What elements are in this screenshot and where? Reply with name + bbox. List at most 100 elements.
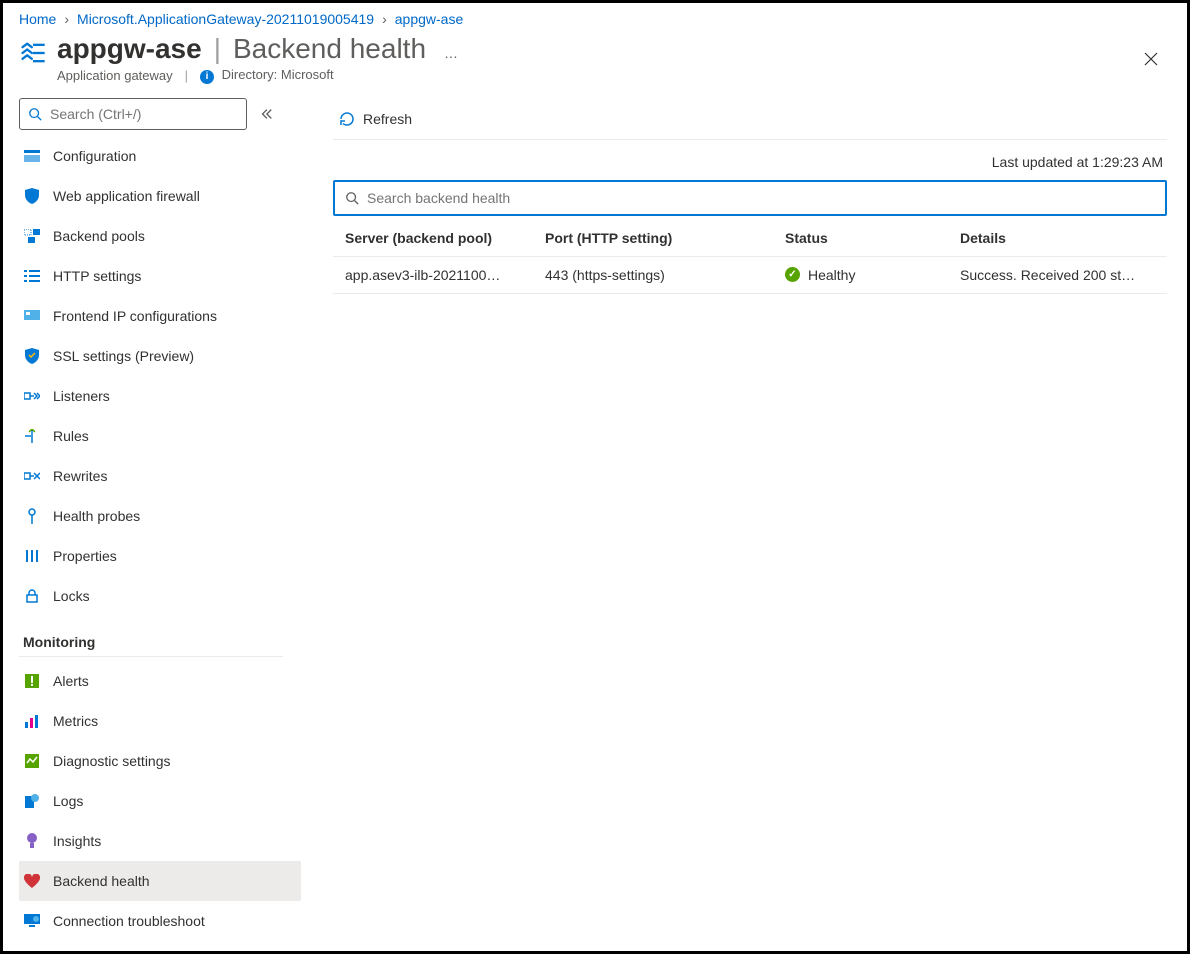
diagnostic-icon: [23, 752, 41, 770]
frontend-ip-icon: [23, 307, 41, 325]
heart-icon: [23, 872, 41, 890]
sidebar-item-label: Rules: [53, 428, 89, 444]
page-header: appgw-ase | Backend health … Application…: [3, 33, 1187, 94]
sidebar-item-frontend-ip[interactable]: Frontend IP configurations: [19, 296, 301, 336]
sidebar-item-rewrites[interactable]: Rewrites: [19, 456, 301, 496]
sidebar-item-label: Locks: [53, 588, 90, 604]
configuration-icon: [23, 147, 41, 165]
backend-health-table: Server (backend pool) Port (HTTP setting…: [333, 220, 1167, 294]
table-header: Server (backend pool) Port (HTTP setting…: [333, 220, 1167, 257]
sidebar-item-label: Diagnostic settings: [53, 753, 171, 769]
status-healthy-icon: ✓: [785, 267, 800, 282]
toolbar: Refresh: [333, 100, 1167, 140]
sidebar-item-properties[interactable]: Properties: [19, 536, 301, 576]
sidebar-item-metrics[interactable]: Metrics: [19, 701, 301, 741]
monitor-icon: [23, 912, 41, 930]
alerts-icon: [23, 672, 41, 690]
col-status[interactable]: Status: [785, 230, 960, 246]
sidebar-item-label: Frontend IP configurations: [53, 308, 217, 324]
chevron-right-icon: ›: [64, 11, 69, 27]
col-server[interactable]: Server (backend pool): [345, 230, 545, 246]
insights-icon: [23, 832, 41, 850]
sidebar-item-label: Metrics: [53, 713, 98, 729]
refresh-icon: [339, 111, 355, 127]
shield-check-icon: [23, 347, 41, 365]
shield-icon: [23, 187, 41, 205]
refresh-button[interactable]: Refresh: [333, 107, 418, 131]
sidebar-section-monitoring: Monitoring: [19, 616, 283, 657]
sidebar-item-diagnostic[interactable]: Diagnostic settings: [19, 741, 301, 781]
close-button[interactable]: [1135, 43, 1167, 75]
sidebar-item-waf[interactable]: Web application firewall: [19, 176, 301, 216]
refresh-label: Refresh: [363, 111, 412, 127]
directory-label: i Directory: Microsoft: [200, 67, 334, 84]
settings-list-icon: [23, 267, 41, 285]
metrics-icon: [23, 712, 41, 730]
main-content: Refresh Last updated at 1:29:23 AM Serve…: [303, 94, 1187, 952]
cell-details: Success. Received 200 st…: [960, 267, 1155, 283]
sidebar-item-health-probes[interactable]: Health probes: [19, 496, 301, 536]
sidebar-item-label: SSL settings (Preview): [53, 348, 194, 364]
col-details[interactable]: Details: [960, 230, 1155, 246]
sidebar-item-label: Backend pools: [53, 228, 145, 244]
sidebar-item-label: Backend health: [53, 873, 150, 889]
breadcrumb-home[interactable]: Home: [19, 11, 56, 27]
logs-icon: [23, 792, 41, 810]
sidebar-item-backend-pools[interactable]: Backend pools: [19, 216, 301, 256]
app-gateway-icon: [19, 39, 47, 67]
probe-icon: [23, 507, 41, 525]
info-icon: i: [200, 70, 214, 84]
resource-name: appgw-ase: [57, 33, 202, 65]
sidebar-item-ssl[interactable]: SSL settings (Preview): [19, 336, 301, 376]
title-subdivider: |: [185, 68, 188, 83]
resource-type: Application gateway: [57, 68, 173, 83]
last-updated: Last updated at 1:29:23 AM: [333, 140, 1167, 180]
sidebar-item-connection-troubleshoot[interactable]: Connection troubleshoot: [19, 901, 301, 941]
page-title: Backend health: [233, 33, 426, 65]
backend-health-search-input[interactable]: [367, 190, 1155, 206]
sidebar-item-locks[interactable]: Locks: [19, 576, 301, 616]
sidebar-item-label: Connection troubleshoot: [53, 913, 205, 929]
breadcrumb-group[interactable]: Microsoft.ApplicationGateway-20211019005…: [77, 11, 374, 27]
lock-icon: [23, 587, 41, 605]
col-port[interactable]: Port (HTTP setting): [545, 230, 785, 246]
sidebar-item-rules[interactable]: Rules: [19, 416, 301, 456]
sidebar-item-configuration[interactable]: Configuration: [19, 136, 301, 176]
sidebar-item-label: Logs: [53, 793, 83, 809]
sidebar-item-label: Alerts: [53, 673, 89, 689]
sidebar-item-backend-health[interactable]: Backend health: [19, 861, 301, 901]
sidebar-item-logs[interactable]: Logs: [19, 781, 301, 821]
rules-icon: [23, 427, 41, 445]
sidebar-item-insights[interactable]: Insights: [19, 821, 301, 861]
rewrites-icon: [23, 467, 41, 485]
sidebar-item-label: Configuration: [53, 148, 136, 164]
breadcrumb-resource[interactable]: appgw-ase: [395, 11, 464, 27]
search-icon: [345, 191, 359, 205]
sidebar-search-input[interactable]: [50, 106, 238, 122]
sidebar-scroll[interactable]: Configuration Web application firewall B…: [19, 136, 303, 952]
collapse-sidebar-button[interactable]: [255, 103, 277, 125]
title-divider: |: [214, 33, 221, 65]
sidebar-item-http-settings[interactable]: HTTP settings: [19, 256, 301, 296]
sidebar-item-alerts[interactable]: Alerts: [19, 661, 301, 701]
backend-pools-icon: [23, 227, 41, 245]
sidebar: Configuration Web application firewall B…: [3, 94, 303, 952]
cell-server: app.asev3-ilb-2021100…: [345, 267, 545, 283]
breadcrumb: Home › Microsoft.ApplicationGateway-2021…: [3, 3, 1187, 33]
backend-health-search[interactable]: [333, 180, 1167, 216]
chevron-right-icon: ›: [382, 11, 387, 27]
cell-status: ✓ Healthy: [785, 267, 960, 283]
cell-port: 443 (https-settings): [545, 267, 785, 283]
sidebar-item-label: Insights: [53, 833, 101, 849]
sidebar-item-label: HTTP settings: [53, 268, 141, 284]
sidebar-item-label: Rewrites: [53, 468, 107, 484]
more-actions-button[interactable]: …: [438, 41, 465, 65]
sidebar-search[interactable]: [19, 98, 247, 130]
sidebar-item-listeners[interactable]: Listeners: [19, 376, 301, 416]
listeners-icon: [23, 387, 41, 405]
sidebar-item-label: Properties: [53, 548, 117, 564]
search-icon: [28, 107, 42, 121]
table-row[interactable]: app.asev3-ilb-2021100… 443 (https-settin…: [333, 257, 1167, 294]
properties-icon: [23, 547, 41, 565]
sidebar-item-label: Web application firewall: [53, 188, 200, 204]
